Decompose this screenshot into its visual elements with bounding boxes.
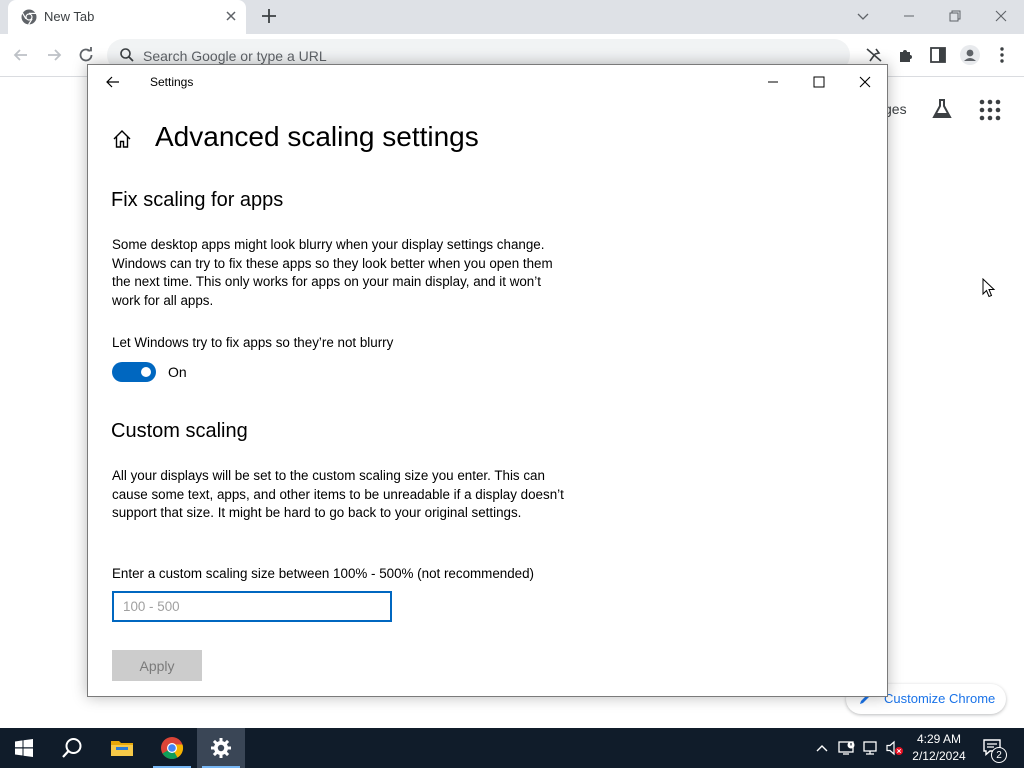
back-arrow-icon[interactable] bbox=[12, 46, 30, 64]
extensions-puzzle-icon[interactable] bbox=[897, 46, 915, 64]
file-explorer-icon bbox=[111, 741, 133, 756]
browser-restore-icon[interactable] bbox=[947, 8, 963, 24]
profile-avatar-icon[interactable] bbox=[959, 44, 981, 66]
search-icon bbox=[120, 48, 134, 62]
apply-button[interactable]: Apply bbox=[112, 650, 202, 681]
toggle-knob bbox=[141, 367, 151, 377]
chrome-icon bbox=[161, 737, 184, 759]
windows-taskbar: 4:29 AM 2/12/2024 bbox=[0, 728, 1024, 768]
fix-apps-toggle-label: Let Windows try to fix apps so they’re n… bbox=[112, 335, 394, 350]
customize-chrome-label: Customize Chrome bbox=[884, 691, 996, 706]
window-title: Settings bbox=[150, 75, 194, 89]
fix-apps-toggle[interactable] bbox=[112, 362, 156, 382]
custom-scaling-input[interactable] bbox=[112, 591, 392, 622]
settings-gear-icon bbox=[211, 738, 231, 758]
fix-scaling-description: Some desktop apps might look blurry when… bbox=[112, 237, 553, 308]
system-clock[interactable]: 4:29 AM 2/12/2024 bbox=[902, 731, 976, 765]
settings-taskbar-button[interactable] bbox=[197, 728, 245, 768]
tab-title: New Tab bbox=[44, 9, 95, 24]
custom-scaling-description: All your displays will be set to the cus… bbox=[112, 468, 564, 520]
browser-tab-new-tab[interactable]: New Tab bbox=[8, 0, 246, 34]
clock-date: 2/12/2024 bbox=[912, 749, 966, 763]
page-title: Advanced scaling settings bbox=[155, 121, 479, 152]
reload-icon[interactable] bbox=[77, 46, 95, 64]
forward-arrow-icon[interactable] bbox=[45, 46, 63, 64]
new-tab-plus-icon[interactable] bbox=[260, 7, 278, 25]
tab-close-icon[interactable] bbox=[224, 9, 238, 23]
tab-search-chevron-icon[interactable] bbox=[855, 8, 871, 24]
file-explorer-button[interactable] bbox=[98, 728, 146, 768]
network-icon[interactable] bbox=[862, 740, 880, 756]
clock-time: 4:29 AM bbox=[916, 732, 962, 746]
driver-alert-icon[interactable] bbox=[838, 740, 856, 756]
google-apps-grid-icon[interactable] bbox=[979, 99, 1001, 121]
mouse-pointer-icon bbox=[982, 278, 996, 298]
settings-title-bar: Settings bbox=[88, 65, 887, 99]
browser-minimize-icon[interactable] bbox=[901, 8, 917, 24]
custom-scaling-heading: Custom scaling bbox=[111, 420, 248, 442]
home-icon[interactable] bbox=[112, 129, 132, 149]
search-icon bbox=[62, 738, 82, 758]
close-icon[interactable] bbox=[857, 74, 873, 90]
start-button[interactable] bbox=[0, 728, 48, 768]
chrome-favicon-icon bbox=[21, 9, 37, 25]
minimize-icon[interactable] bbox=[765, 74, 781, 90]
chrome-taskbar-button[interactable] bbox=[148, 728, 196, 768]
maximize-icon[interactable] bbox=[811, 74, 827, 90]
toggle-state-label: On bbox=[168, 364, 187, 380]
omnibox-input[interactable] bbox=[141, 46, 745, 66]
back-arrow-icon[interactable] bbox=[105, 74, 121, 90]
browser-close-icon[interactable] bbox=[993, 8, 1009, 24]
chevron-up-icon[interactable] bbox=[815, 742, 829, 754]
tracking-off-icon[interactable] bbox=[864, 46, 884, 64]
windows-start-icon bbox=[15, 739, 33, 757]
settings-window: Settings Advanced scaling settings Fix s… bbox=[87, 64, 888, 697]
chrome-tab-strip: New Tab bbox=[0, 0, 1024, 34]
custom-scaling-input-label: Enter a custom scaling size between 100%… bbox=[112, 566, 535, 581]
fix-scaling-heading: Fix scaling for apps bbox=[111, 189, 284, 211]
chrome-labs-flask-icon[interactable] bbox=[930, 97, 954, 121]
chrome-menu-kebab-icon[interactable] bbox=[994, 46, 1010, 64]
taskbar-search-button[interactable] bbox=[48, 728, 96, 768]
notification-count-badge: 2 bbox=[991, 747, 1007, 763]
side-panel-icon[interactable] bbox=[929, 46, 947, 64]
